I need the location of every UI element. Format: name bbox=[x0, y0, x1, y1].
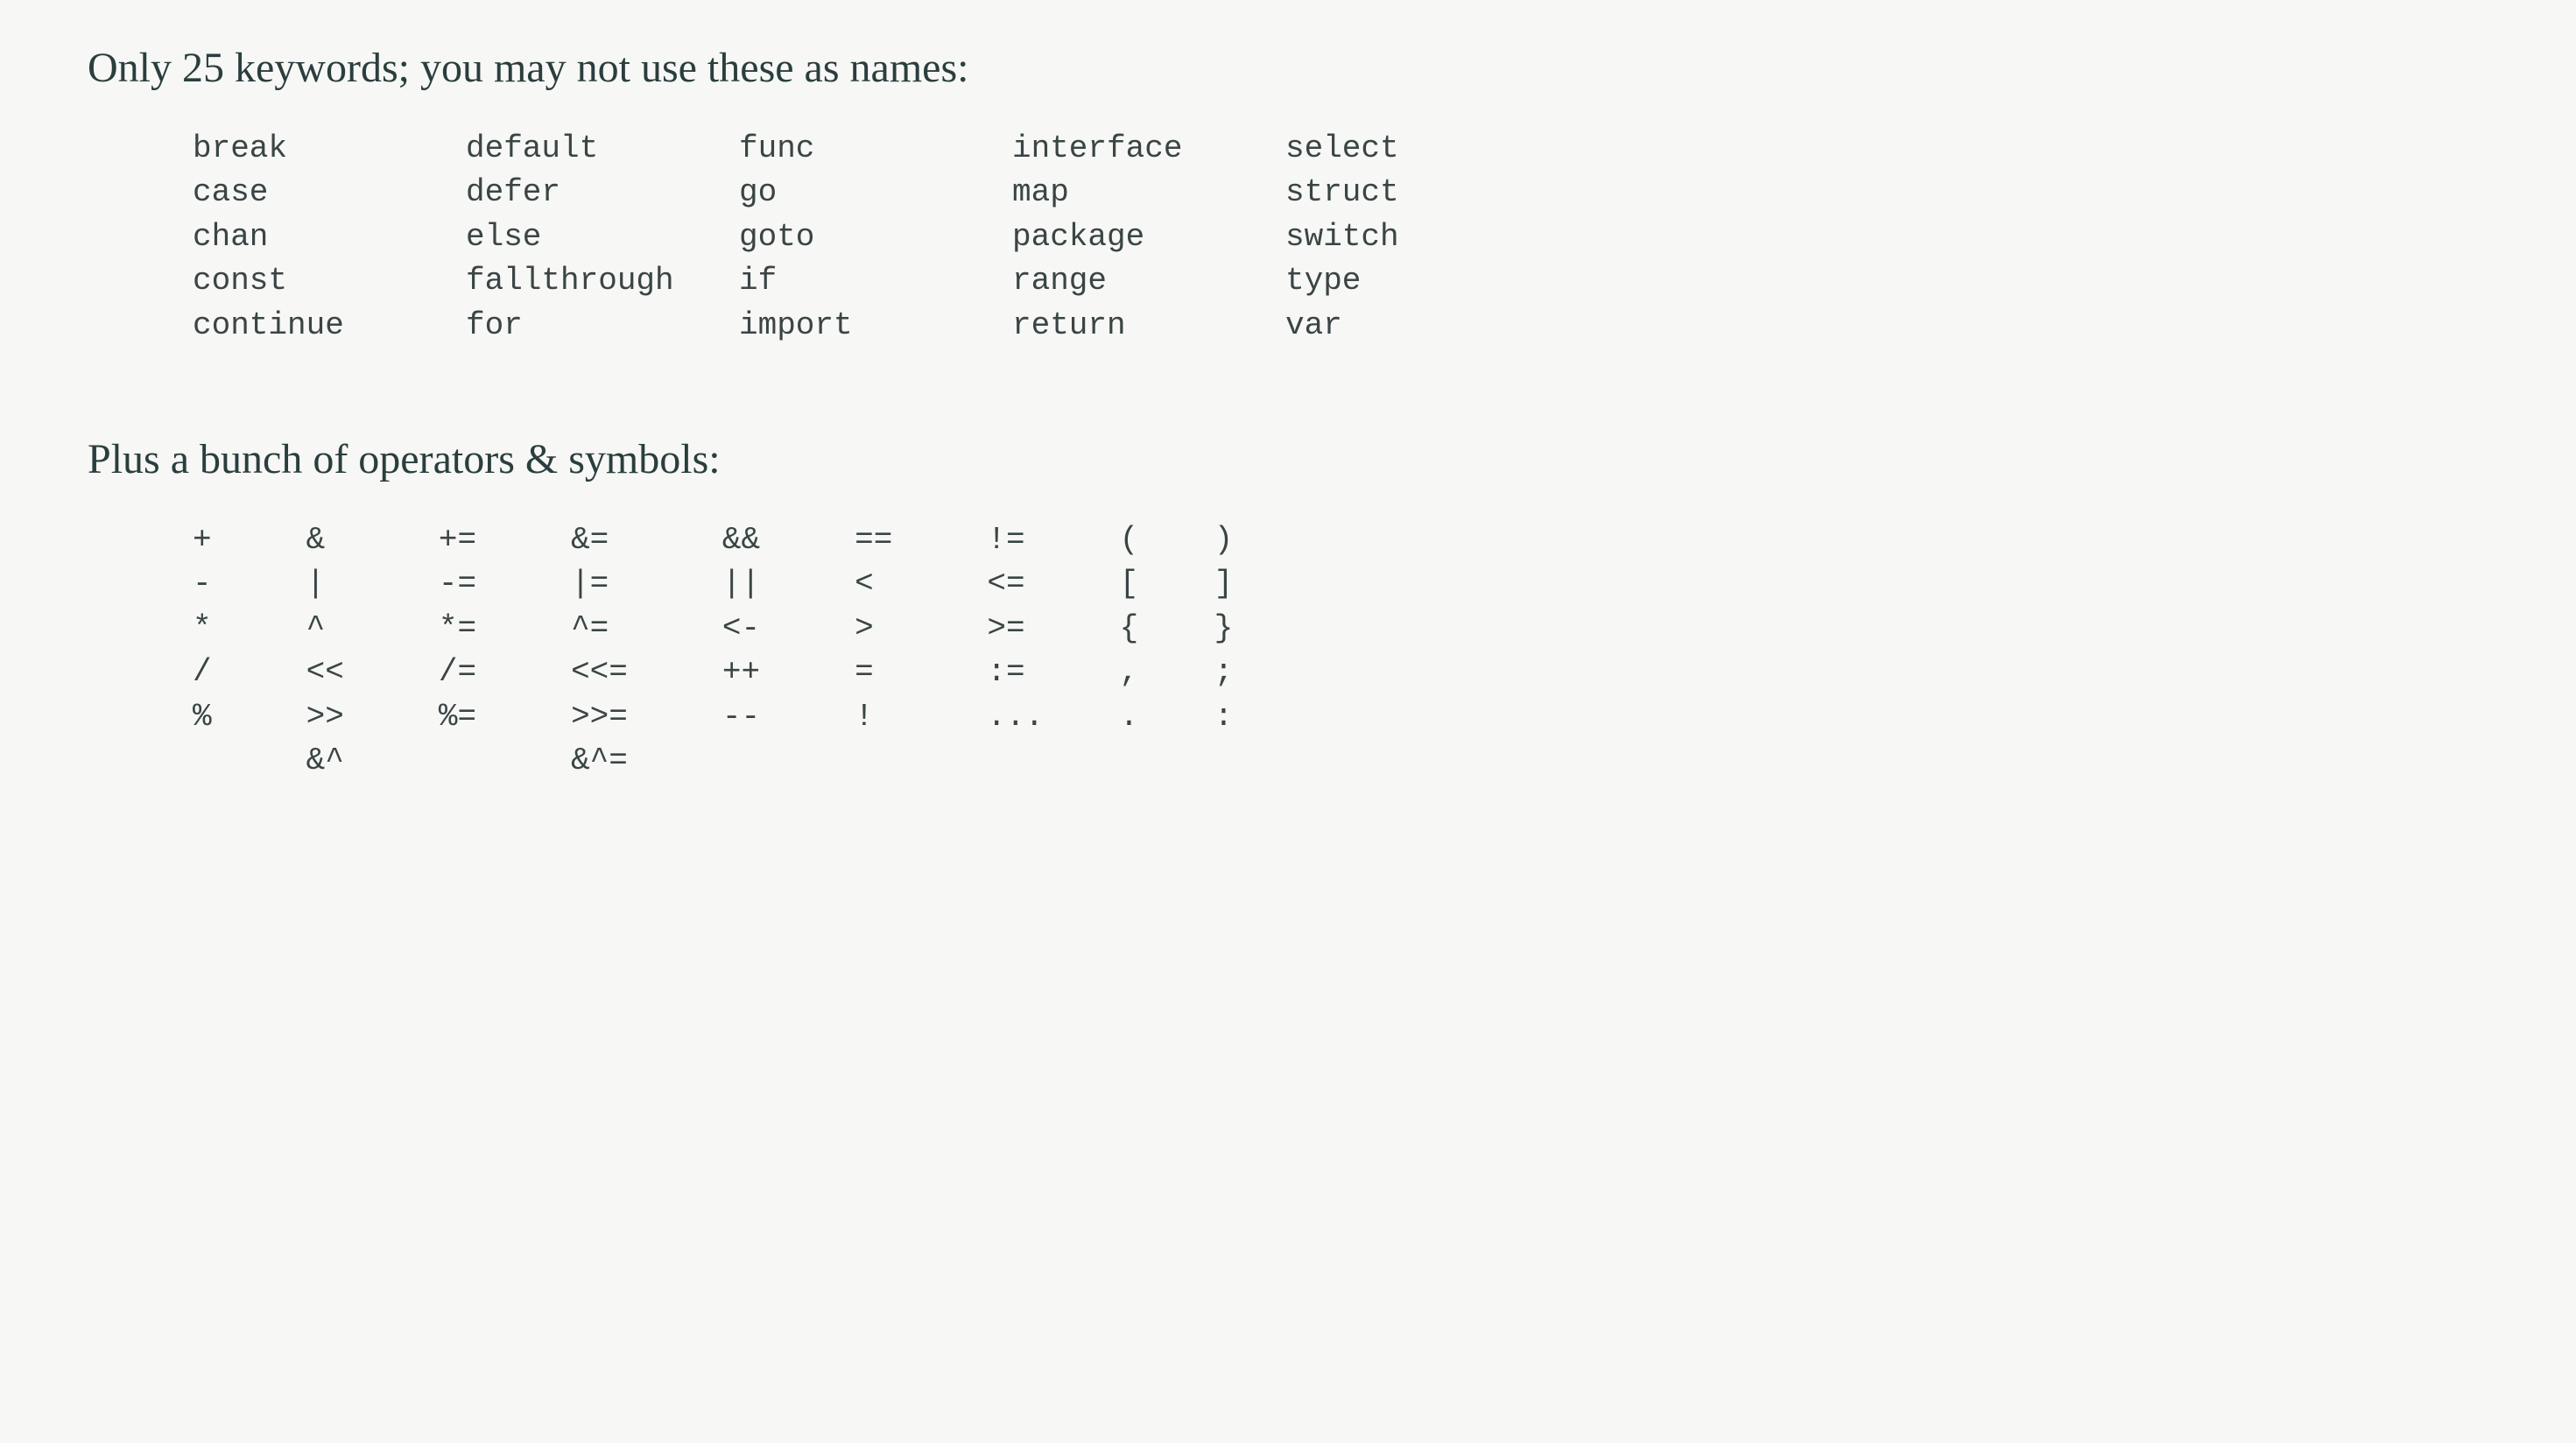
keyword-column-5: select struct switch type var bbox=[1285, 127, 1506, 348]
operators-table: + & += &= && == != ( ) - | -= |= || < <=… bbox=[193, 518, 2488, 783]
keyword-column-2: default defer else fallthrough for bbox=[466, 127, 686, 348]
operators-heading: Plus a bunch of operators & symbols: bbox=[88, 435, 2488, 483]
keywords-heading: Only 25 keywords; you may not use these … bbox=[88, 44, 2488, 92]
keywords-table: break case chan const continue default d… bbox=[193, 127, 1506, 348]
keyword-column-4: interface map package range return bbox=[1012, 127, 1233, 348]
keyword-column-3: func go goto if import bbox=[739, 127, 960, 348]
keyword-column-1: break case chan const continue bbox=[193, 127, 413, 348]
